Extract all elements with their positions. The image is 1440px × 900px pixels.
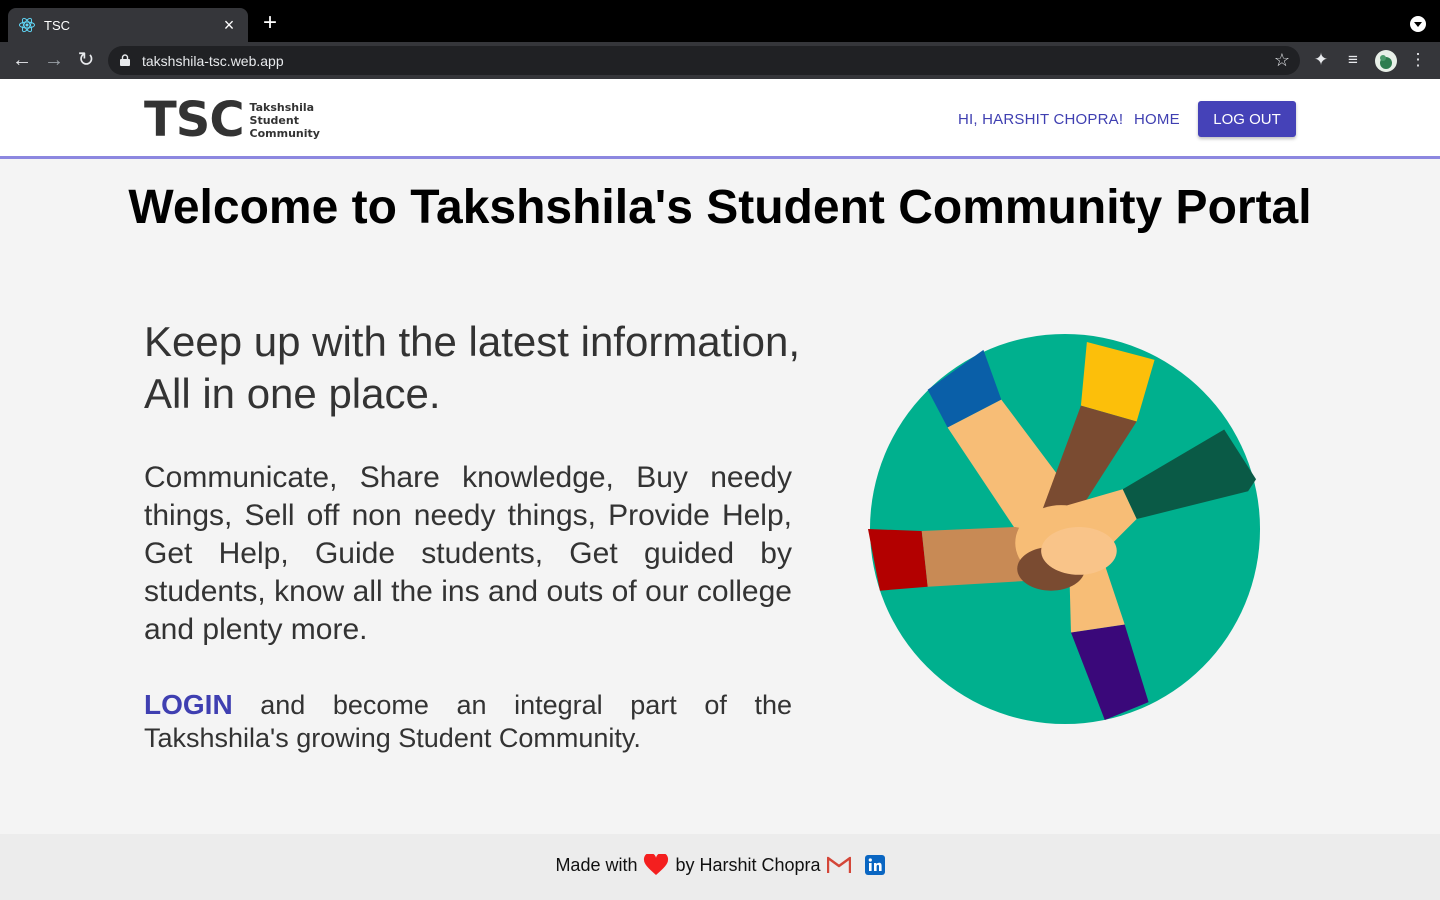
reading-list-icon[interactable]: ≡ [1343,50,1363,70]
extensions-icon[interactable]: ✦ [1311,50,1331,70]
logo-sub-line: Student [249,113,299,127]
heart-icon [644,854,669,875]
description: Communicate, Share knowledge, Buy needy … [144,461,792,646]
new-tab-icon[interactable]: + [258,11,282,35]
login-link[interactable]: LOGIN [144,689,233,720]
forward-icon[interactable]: → [43,50,65,72]
logout-button[interactable]: LOG OUT [1198,101,1296,137]
browser-toolbar: ← → ↻ takshshila-tsc.web.app ☆ ✦ ≡ ⋮ [0,42,1440,79]
login-paragraph: LOGIN and become an integral part of the… [144,688,792,755]
login-paragraph-text: and become an integral part of the Taksh… [144,690,792,753]
site-logo[interactable]: TSC Takshshila Student Community [144,96,320,144]
footer-made-with: Made with [555,854,638,875]
nav-home-link[interactable]: HOME [1134,111,1180,128]
site-header: TSC Takshshila Student Community HI, HAR… [0,79,1440,159]
react-icon [19,17,35,33]
tagline: Keep up with the latest information, All… [144,318,801,417]
back-icon[interactable]: ← [11,50,33,72]
team-hands-illustration [867,333,1261,725]
linkedin-icon[interactable] [864,855,885,875]
tab-title: TSC [44,17,70,33]
browser-tabstrip: TSC × + [0,0,1440,42]
url-text: takshshila-tsc.web.app [142,53,284,69]
page-title: Welcome to Takshshila's Student Communit… [128,181,1312,234]
browser-tab[interactable]: TSC × [8,8,248,42]
footer-author: by Harshit Chopra [675,854,821,875]
close-tab-icon[interactable]: × [220,16,238,34]
reload-icon[interactable]: ↻ [75,50,97,72]
logo-sub-line: Takshshila [249,100,315,114]
address-bar[interactable]: takshshila-tsc.web.app ☆ [108,46,1300,75]
profile-avatar[interactable] [1375,50,1397,72]
gmail-icon[interactable] [826,856,851,874]
site-footer: Made with by Harshit Chopra [0,834,1440,900]
lock-icon [120,54,130,66]
logo-subtitle: Takshshila Student Community [250,101,320,140]
user-greeting-link[interactable]: HI, HARSHIT CHOPRA! [958,111,1123,128]
tab-search-icon[interactable] [1410,16,1426,32]
logo-sub-line: Community [249,126,320,140]
avatar-image [1380,55,1392,69]
browser-menu-icon[interactable]: ⋮ [1408,50,1428,70]
bookmark-star-icon[interactable]: ☆ [1274,50,1290,71]
footer-credits: Made with by Harshit Chopra [0,854,1440,876]
logo-main-text: TSC [144,92,245,148]
